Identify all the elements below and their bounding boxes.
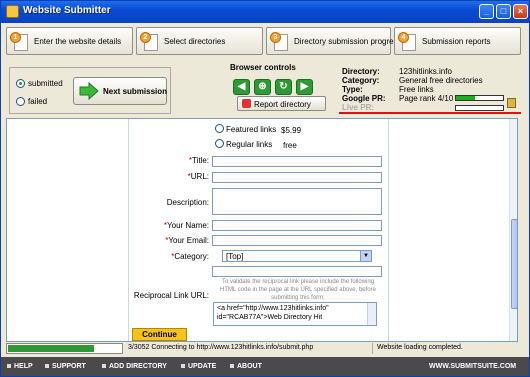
status-bar: 3/3052 Connecting to http://www.123hitli…: [6, 343, 524, 355]
category-select[interactable]: [Top] ▼: [222, 250, 372, 262]
lock-icon: [507, 98, 516, 108]
your-email-label: *Your Email:: [165, 236, 209, 245]
forward-icon[interactable]: ▶: [296, 79, 313, 95]
featured-price: $5.99: [281, 126, 302, 135]
type-key: Type:: [342, 85, 363, 94]
reciprocal-url-extra[interactable]: [212, 266, 382, 277]
description-textarea[interactable]: [212, 188, 382, 215]
title-bar[interactable]: Website Submitter _ □ ×: [1, 1, 529, 23]
code-box-scrollbar[interactable]: [367, 303, 376, 325]
google-pr-bar: [455, 95, 504, 101]
chevron-down-icon: ▼: [360, 251, 371, 261]
arrow-right-icon: [79, 82, 99, 100]
reciprocal-code-box[interactable]: <a href="http://www.123hitlinks.info" id…: [213, 302, 377, 326]
scrollbar-thumb[interactable]: [511, 219, 517, 309]
directory-value: 123hitlinks.info: [399, 67, 452, 76]
footer-bar: HELP SUPPORT ADD DIRECTORY UPDATE ABOUT …: [1, 357, 529, 376]
category-value: General free directories: [399, 76, 483, 85]
category-key: Category:: [342, 76, 380, 85]
regular-price: free: [283, 141, 297, 150]
step-submission-progress[interactable]: 3 Directory submission progress: [266, 27, 402, 55]
window-title: Website Submitter: [23, 5, 111, 16]
step-label: Directory submission progress: [294, 37, 402, 46]
submission-progress-bar: [6, 343, 123, 354]
description-label: Description:: [166, 198, 209, 207]
report-icon: [242, 99, 251, 108]
step-submission-reports[interactable]: 4 Submission reports: [394, 27, 521, 55]
refresh-icon[interactable]: ↻: [275, 79, 292, 95]
status-separator: [372, 343, 373, 354]
submitted-label: submitted: [28, 79, 63, 88]
minimize-button[interactable]: _: [479, 4, 494, 19]
status-message: 3/3052 Connecting to http://www.123hitli…: [128, 344, 314, 351]
url-input[interactable]: [212, 172, 382, 183]
highlight-underline: [339, 112, 521, 114]
app-icon: [6, 5, 19, 18]
add-directory-link[interactable]: ADD DIRECTORY: [102, 363, 167, 370]
google-pr-value: Page rank 4/10: [399, 94, 454, 103]
load-status: Website loading completed.: [377, 344, 463, 351]
step-select-directories[interactable]: 2 Select directories: [136, 27, 263, 55]
url-label: *URL:: [187, 172, 209, 181]
close-button[interactable]: ×: [513, 4, 528, 19]
content-scrollbar[interactable]: [509, 119, 517, 341]
step-label: Select directories: [164, 37, 226, 46]
submission-form: Featured links $5.99 Regular links free …: [128, 119, 389, 341]
live-pr-key: Live PR:: [342, 103, 375, 112]
code-line-2: id="RCAB77A">Web Directory Hit: [217, 314, 323, 321]
step-label: Enter the website details: [34, 37, 122, 46]
title-input[interactable]: [212, 156, 382, 167]
browser-controls: Browser controls ◀ ⊕ ↻ ▶ Report director…: [227, 63, 337, 115]
support-link[interactable]: SUPPORT: [45, 363, 86, 370]
your-name-input[interactable]: [212, 220, 382, 231]
your-email-input[interactable]: [212, 235, 382, 246]
next-submission-button[interactable]: Next submission: [73, 77, 167, 105]
next-submission-label: Next submission: [103, 87, 168, 96]
report-directory-button[interactable]: Report directory: [237, 96, 326, 111]
app-window: Website Submitter _ □ × 1 Enter the webs…: [0, 0, 530, 377]
home-icon[interactable]: ⊕: [254, 79, 271, 95]
your-name-label: *Your Name:: [163, 221, 209, 230]
back-icon[interactable]: ◀: [233, 79, 250, 95]
step-enter-details[interactable]: 1 Enter the website details: [6, 27, 133, 55]
regular-links-label: Regular links: [226, 140, 273, 149]
step-2-icon: 2: [140, 32, 160, 52]
title-label: *Title:: [188, 156, 209, 165]
reciprocal-hint: To validate the reciprocal link please i…: [220, 279, 376, 301]
google-pr-fill: [456, 96, 475, 100]
step-label: Submission reports: [422, 37, 491, 46]
google-pr-key: Google PR:: [342, 94, 386, 103]
code-line-1: <a href="http://www.123hitlinks.info": [217, 305, 329, 312]
help-link[interactable]: HELP: [7, 363, 33, 370]
category-selected-value: [Top]: [226, 252, 244, 261]
failed-label: failed: [28, 97, 48, 106]
browser-controls-header: Browser controls: [230, 63, 296, 72]
live-pr-bar: [455, 105, 504, 111]
category-label: *Category:: [171, 252, 209, 261]
submitted-radio[interactable]: [16, 79, 25, 88]
step-tabs: 1 Enter the website details 2 Select dir…: [6, 27, 526, 57]
failed-radio[interactable]: [16, 97, 25, 106]
directory-key: Directory:: [342, 67, 380, 76]
featured-links-label: Featured links: [226, 125, 277, 134]
browser-content[interactable]: Featured links $5.99 Regular links free …: [6, 118, 518, 342]
submission-progress-fill: [8, 345, 94, 352]
step-4-icon: 4: [398, 32, 418, 52]
report-directory-label: Report directory: [254, 100, 311, 109]
directory-info-panel: Directory: 123hitlinks.info Category: Ge…: [339, 65, 521, 117]
featured-links-radio[interactable]: [215, 124, 224, 133]
submission-filter-panel: submitted failed Next submission: [9, 67, 171, 114]
update-link[interactable]: UPDATE: [181, 363, 216, 370]
brand-link[interactable]: WWW.SUBMITSUITE.COM: [429, 363, 516, 370]
step-1-icon: 1: [10, 32, 30, 52]
regular-links-radio[interactable]: [215, 139, 224, 148]
about-link[interactable]: ABOUT: [230, 363, 262, 370]
maximize-button[interactable]: □: [496, 4, 511, 19]
step-3-icon: 3: [270, 32, 290, 52]
type-value: Free links: [399, 85, 434, 94]
reciprocal-link-label: Reciprocal Link URL:: [133, 291, 209, 300]
continue-button[interactable]: Continue: [132, 328, 187, 341]
